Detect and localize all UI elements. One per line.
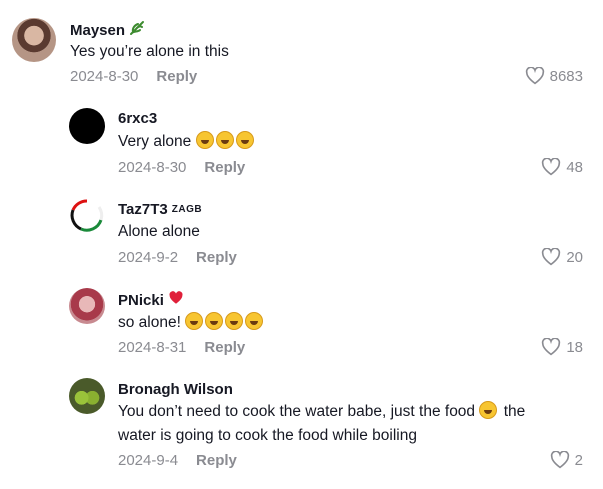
comment-date: 2024-8-31 bbox=[118, 339, 187, 356]
comment-meta: 2024-9-2 Reply bbox=[118, 249, 237, 266]
like-count: 2 bbox=[574, 451, 583, 469]
like-button[interactable]: 48 bbox=[541, 158, 583, 176]
rofl-emoji-icon bbox=[235, 131, 254, 149]
comment-meta: 2024-9-4 Reply bbox=[118, 452, 237, 469]
avatar[interactable] bbox=[12, 18, 56, 62]
like-count: 20 bbox=[566, 248, 583, 266]
rofl-emoji-icon bbox=[195, 131, 214, 149]
rofl-emoji-icon bbox=[185, 312, 204, 330]
rofl-emoji-icon bbox=[205, 312, 224, 330]
heart-icon bbox=[541, 248, 561, 266]
laughing-emoji-icon bbox=[479, 401, 498, 419]
like-button[interactable]: 18 bbox=[541, 338, 583, 356]
username[interactable]: Taz7T3 ZAGB bbox=[118, 201, 202, 218]
avatar[interactable] bbox=[69, 108, 105, 144]
heart-icon bbox=[541, 338, 561, 356]
like-button[interactable]: 20 bbox=[541, 248, 583, 266]
reply-button[interactable]: Reply bbox=[196, 249, 237, 266]
comment-text: Alone alone bbox=[118, 223, 200, 240]
like-count: 48 bbox=[566, 158, 583, 176]
heart-icon bbox=[525, 67, 545, 85]
reply-button[interactable]: Reply bbox=[204, 159, 245, 176]
rofl-emoji-icon bbox=[245, 312, 264, 330]
comment-date: 2024-9-2 bbox=[118, 249, 179, 266]
reply-button[interactable]: Reply bbox=[204, 339, 245, 356]
comment-meta: 2024-8-30 Reply bbox=[118, 159, 245, 176]
rofl-emoji-icon bbox=[215, 131, 234, 149]
avatar[interactable] bbox=[69, 198, 105, 234]
heart-icon bbox=[541, 158, 561, 176]
username[interactable]: Bronagh Wilson bbox=[118, 381, 233, 398]
comment-text: so alone! bbox=[118, 311, 265, 335]
heart-emoji-icon bbox=[168, 291, 184, 309]
username[interactable]: Maysen bbox=[70, 20, 145, 40]
leaf-icon bbox=[129, 20, 145, 40]
username[interactable]: PNicki bbox=[118, 291, 184, 309]
like-count: 18 bbox=[566, 338, 583, 356]
avatar[interactable] bbox=[69, 378, 105, 414]
comment-text: Very alone bbox=[118, 130, 256, 154]
ring-icon bbox=[70, 199, 104, 232]
comment-date: 2024-9-4 bbox=[118, 452, 179, 469]
comment-date: 2024-8-30 bbox=[118, 159, 187, 176]
comment-meta: 2024-8-31 Reply bbox=[118, 339, 245, 356]
heart-icon bbox=[550, 451, 570, 469]
like-button[interactable]: 8683 bbox=[525, 67, 583, 85]
avatar[interactable] bbox=[69, 288, 105, 324]
comment-meta: 2024-8-30 Reply bbox=[70, 68, 197, 85]
reply-button[interactable]: Reply bbox=[196, 452, 237, 469]
username[interactable]: 6rxc3 bbox=[118, 110, 157, 127]
comment-date: 2024-8-30 bbox=[70, 68, 139, 85]
like-button[interactable]: 2 bbox=[550, 451, 583, 469]
comment-text: You don’t need to cook the water babe, j… bbox=[118, 401, 526, 444]
rofl-emoji-icon bbox=[225, 312, 244, 330]
reply-button[interactable]: Reply bbox=[156, 68, 197, 85]
like-count: 8683 bbox=[549, 67, 583, 85]
comment-text: Yes you’re alone in this bbox=[70, 43, 229, 60]
